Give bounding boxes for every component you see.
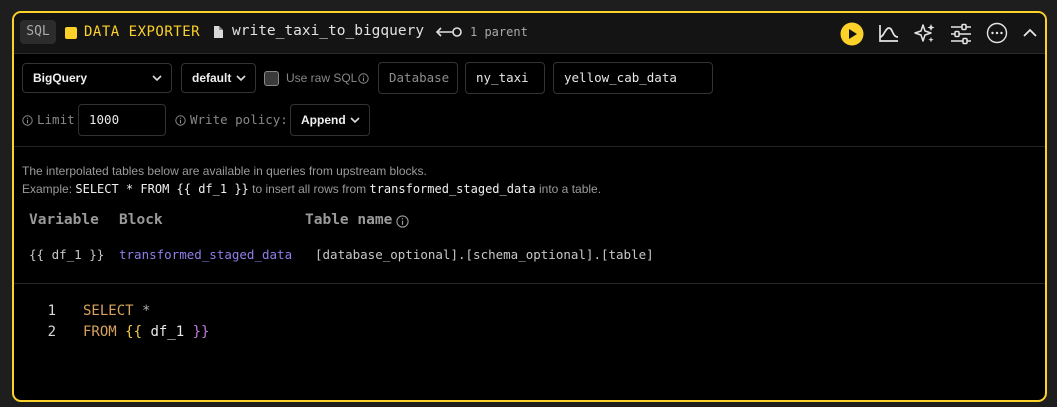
interpolation-example: Example: SELECT * FROM {{ df_1 }} to ins… xyxy=(22,182,601,196)
language-badge: SQL xyxy=(20,20,56,44)
line-number: 1 xyxy=(47,303,56,319)
example-mid: to insert all rows from xyxy=(252,182,367,196)
row-table-name: [database_optional].[schema_optional].[t… xyxy=(315,247,654,262)
divider xyxy=(14,146,1045,147)
row-block-link[interactable]: transformed_staged_data xyxy=(119,247,292,262)
chevron-down-icon xyxy=(236,75,246,82)
file-icon xyxy=(214,26,223,38)
block-header: SQL DATA EXPORTER write_taxi_to_bigquery… xyxy=(14,13,1045,54)
database-input[interactable]: Database xyxy=(378,62,458,94)
info-icon[interactable] xyxy=(175,115,186,126)
column-header-table-name: Table name xyxy=(305,212,393,228)
write-policy-label: Write policy: xyxy=(190,112,288,127)
table-input[interactable]: yellow_cab_data xyxy=(553,62,713,94)
write-policy-select[interactable]: Append xyxy=(290,104,370,136)
parent-connection-icon xyxy=(436,27,462,37)
block-file-name[interactable]: write_taxi_to_bigquery xyxy=(232,23,424,39)
data-source-value: BigQuery xyxy=(33,71,88,85)
use-raw-sql-checkbox[interactable] xyxy=(264,71,279,86)
parent-count[interactable]: 1 parent xyxy=(470,25,528,39)
template-close: }} xyxy=(192,324,210,340)
chevron-down-icon xyxy=(350,117,360,124)
block-type-label: DATA EXPORTER xyxy=(84,24,201,40)
interpolation-description: The interpolated tables below are availa… xyxy=(22,164,427,178)
data-source-select[interactable]: BigQuery xyxy=(22,63,172,93)
info-icon[interactable] xyxy=(396,215,409,228)
info-icon[interactable] xyxy=(358,73,369,84)
line-number: 2 xyxy=(47,324,56,340)
code-block: SQL DATA EXPORTER write_taxi_to_bigquery… xyxy=(12,11,1047,402)
row-variable: {{ df_1 }} xyxy=(29,247,105,262)
info-icon[interactable] xyxy=(22,115,33,126)
write-policy-value: Append xyxy=(301,113,346,127)
sql-star: * xyxy=(142,303,151,319)
column-header-variable: Variable xyxy=(29,212,99,228)
code-line[interactable]: SELECT * xyxy=(83,303,150,319)
block-type-color-square xyxy=(65,27,77,39)
profile-value: default xyxy=(192,71,232,85)
schema-input[interactable]: ny_taxi xyxy=(465,62,545,94)
more-icon[interactable] xyxy=(986,22,1008,44)
sql-keyword: SELECT xyxy=(83,303,134,319)
play-icon[interactable] xyxy=(840,22,864,46)
use-raw-sql-label: Use raw SQL xyxy=(286,71,358,85)
chevron-up-icon[interactable] xyxy=(1022,25,1038,41)
column-header-block: Block xyxy=(119,212,163,228)
sql-keyword: FROM xyxy=(83,324,117,340)
limit-input[interactable]: 1000 xyxy=(78,104,166,136)
template-open: {{ xyxy=(125,324,143,340)
template-variable: df_1 xyxy=(150,324,185,340)
sliders-icon[interactable] xyxy=(949,22,973,46)
example-code: SELECT * FROM {{ df_1 }} xyxy=(75,182,249,196)
example-block-name: transformed_staged_data xyxy=(369,182,536,196)
divider xyxy=(14,283,1045,284)
example-prefix: Example: xyxy=(22,182,73,196)
chart-icon[interactable] xyxy=(878,22,900,44)
limit-label: Limit xyxy=(37,112,75,127)
example-suffix: into a table. xyxy=(539,182,602,196)
chevron-down-icon xyxy=(152,75,162,82)
code-line[interactable]: FROM {{ df_1 }} xyxy=(83,324,209,340)
sparkle-icon[interactable] xyxy=(913,22,937,46)
profile-select[interactable]: default xyxy=(181,63,256,93)
